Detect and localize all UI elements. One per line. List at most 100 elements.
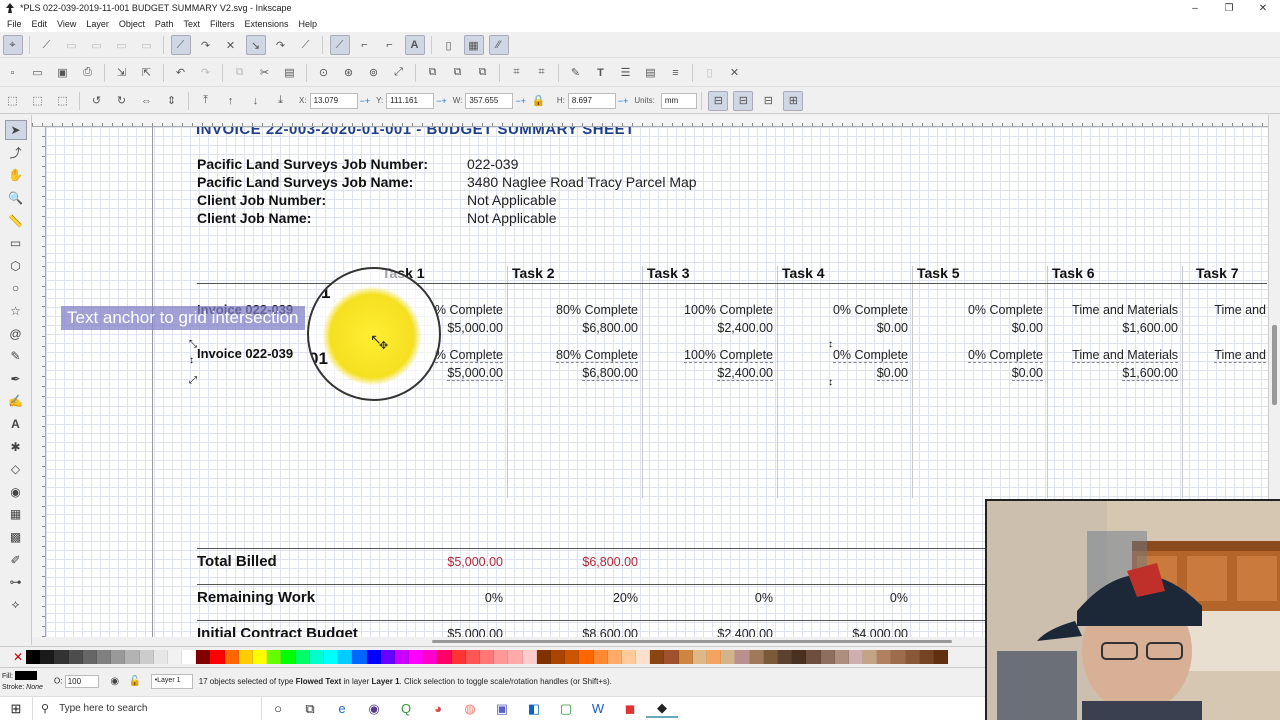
close-button[interactable]: ✕ [1246,3,1280,14]
color-swatch[interactable] [125,649,140,664]
table-cell[interactable]: 0% Complete $0.00 [778,301,908,337]
client-job-name-label[interactable]: Client Job Name: [197,210,311,226]
initial-budget-label[interactable]: Initial Contract Budget [197,625,358,637]
h-stepper-icon[interactable]: −+ [618,96,629,106]
xml-editor-icon[interactable]: ▤ [641,63,661,83]
taskbar-search[interactable]: ⚲ Type here to search [32,696,262,720]
color-swatch[interactable] [777,649,793,664]
units-select[interactable]: mm [660,92,697,109]
color-swatch[interactable] [480,649,495,664]
copy-icon[interactable]: ⧉ [230,63,250,83]
menu-edit[interactable]: Edit [27,19,53,29]
color-swatch[interactable] [707,649,722,664]
fill-stroke-icon[interactable]: ✎ [566,63,586,83]
color-swatch[interactable] [196,649,211,664]
color-swatch[interactable] [735,649,750,664]
ungroup-icon[interactable]: ⌗ [532,63,552,83]
fill-stroke-indicator[interactable]: Fill: Stroke: None [0,671,54,693]
snap-center-icon[interactable]: ⌐ [355,35,375,55]
y-stepper-icon[interactable]: −+ [436,96,447,106]
color-swatch[interactable] [153,649,168,664]
color-swatch[interactable] [721,649,736,664]
select-all-layers-icon[interactable]: ⬚ [28,91,48,111]
cut-icon[interactable]: ✂ [255,63,275,83]
new-document-icon[interactable]: ▫ [3,63,23,83]
color-swatch[interactable] [224,649,239,664]
measure-tool-icon[interactable]: 📏 [5,211,27,231]
undo-icon[interactable]: ↶ [171,63,191,83]
menu-filters[interactable]: Filters [205,19,240,29]
table-cell[interactable]: 0% Complete $0.00 [913,301,1043,337]
color-swatch[interactable] [167,649,183,664]
invoice-row-label[interactable]: Invoice 022-039 [197,346,293,361]
snap-enable-icon[interactable]: ⌖ [2,35,23,55]
job-number-label[interactable]: Pacific Land Surveys Job Number: [197,156,428,172]
color-swatch[interactable] [593,649,608,664]
color-swatch[interactable] [834,649,849,664]
no-paint-icon[interactable]: ✕ [12,650,24,664]
selection-handle[interactable]: ↕ [828,377,833,388]
selection-handle[interactable]: ⤢ [189,375,197,386]
remaining-work-value[interactable]: 0% [643,591,773,605]
zoom-drawing-icon[interactable]: ⊛ [339,63,359,83]
color-swatch[interactable] [380,649,395,664]
snap-nodes-icon[interactable]: ⟋ [170,35,191,55]
zoom-page-icon[interactable]: ⊚ [364,63,384,83]
w-stepper-icon[interactable]: −+ [515,96,526,106]
lpe-tool-icon[interactable]: ⟡ [5,595,27,615]
color-swatch[interactable] [877,649,892,664]
app-red-icon[interactable]: ◼ [614,701,646,717]
word-icon[interactable]: W [582,701,614,716]
transform-patterns-icon[interactable]: ⊞ [783,90,804,111]
menu-file[interactable]: File [2,19,27,29]
opacity-input[interactable]: 100 [64,675,99,688]
job-number-value[interactable]: 022-039 [467,156,518,172]
snap-smooth-icon[interactable]: ↷ [271,35,291,55]
task-header[interactable]: Task 3 [647,265,690,281]
paste-icon[interactable]: ▤ [280,63,300,83]
color-swatch[interactable] [565,649,580,664]
text-tool-icon[interactable]: A [5,414,27,434]
total-billed-value[interactable]: $5,000.00 [373,555,503,569]
rectangle-tool-icon[interactable]: ▭ [5,233,27,253]
lock-ratio-icon[interactable]: 🔒 [528,91,548,111]
menu-text[interactable]: Text [178,19,205,29]
remaining-work-label[interactable]: Remaining Work [197,589,315,606]
app-icon[interactable]: ◉ [358,701,390,717]
hide-layer-icon[interactable]: ◉ [105,676,125,687]
color-swatch[interactable] [664,649,679,664]
menu-layer[interactable]: Layer [81,19,114,29]
remaining-work-value[interactable]: 0% [778,591,908,605]
color-swatch[interactable] [281,649,296,664]
color-swatch[interactable] [423,649,438,664]
color-swatch[interactable] [437,649,452,664]
color-swatch[interactable] [636,649,651,664]
mesh-tool-icon[interactable]: ▩ [5,527,27,547]
color-swatch[interactable] [139,649,154,664]
total-billed-label[interactable]: Total Billed [197,553,277,570]
table-cell[interactable]: Time and [1136,346,1266,364]
layers-icon[interactable]: ☰ [616,63,636,83]
vertical-ruler[interactable] [32,127,46,637]
print-icon[interactable]: ⎙ [78,63,98,83]
color-swatch[interactable] [238,649,253,664]
chrome-icon[interactable]: ◕ [422,701,454,716]
table-cell[interactable]: Time and [1136,301,1266,319]
selection-handle[interactable]: ↕ [189,355,194,366]
text-font-icon[interactable]: T [591,63,611,83]
color-swatch[interactable] [54,649,69,664]
snap-text-baseline-icon[interactable]: A [404,35,425,55]
job-name-label[interactable]: Pacific Land Surveys Job Name: [197,174,413,190]
client-job-number-value[interactable]: Not Applicable [467,192,557,208]
gradient-tool-icon[interactable]: ▦ [5,504,27,524]
scale-stroke-icon[interactable]: ⊟ [708,90,729,111]
inkscape-icon[interactable]: ◆ [646,700,678,718]
table-cell[interactable]: 100% Complete $2,400.00 [643,346,773,382]
rotate-cw-icon[interactable]: ↻ [112,91,132,111]
edge-icon[interactable]: e [326,701,358,716]
align-distribute-icon[interactable]: ≡ [666,63,686,83]
client-job-name-value[interactable]: Not Applicable [467,210,557,226]
client-job-number-label[interactable]: Client Job Number: [197,192,326,208]
menu-view[interactable]: View [52,19,81,29]
menu-extensions[interactable]: Extensions [239,19,293,29]
